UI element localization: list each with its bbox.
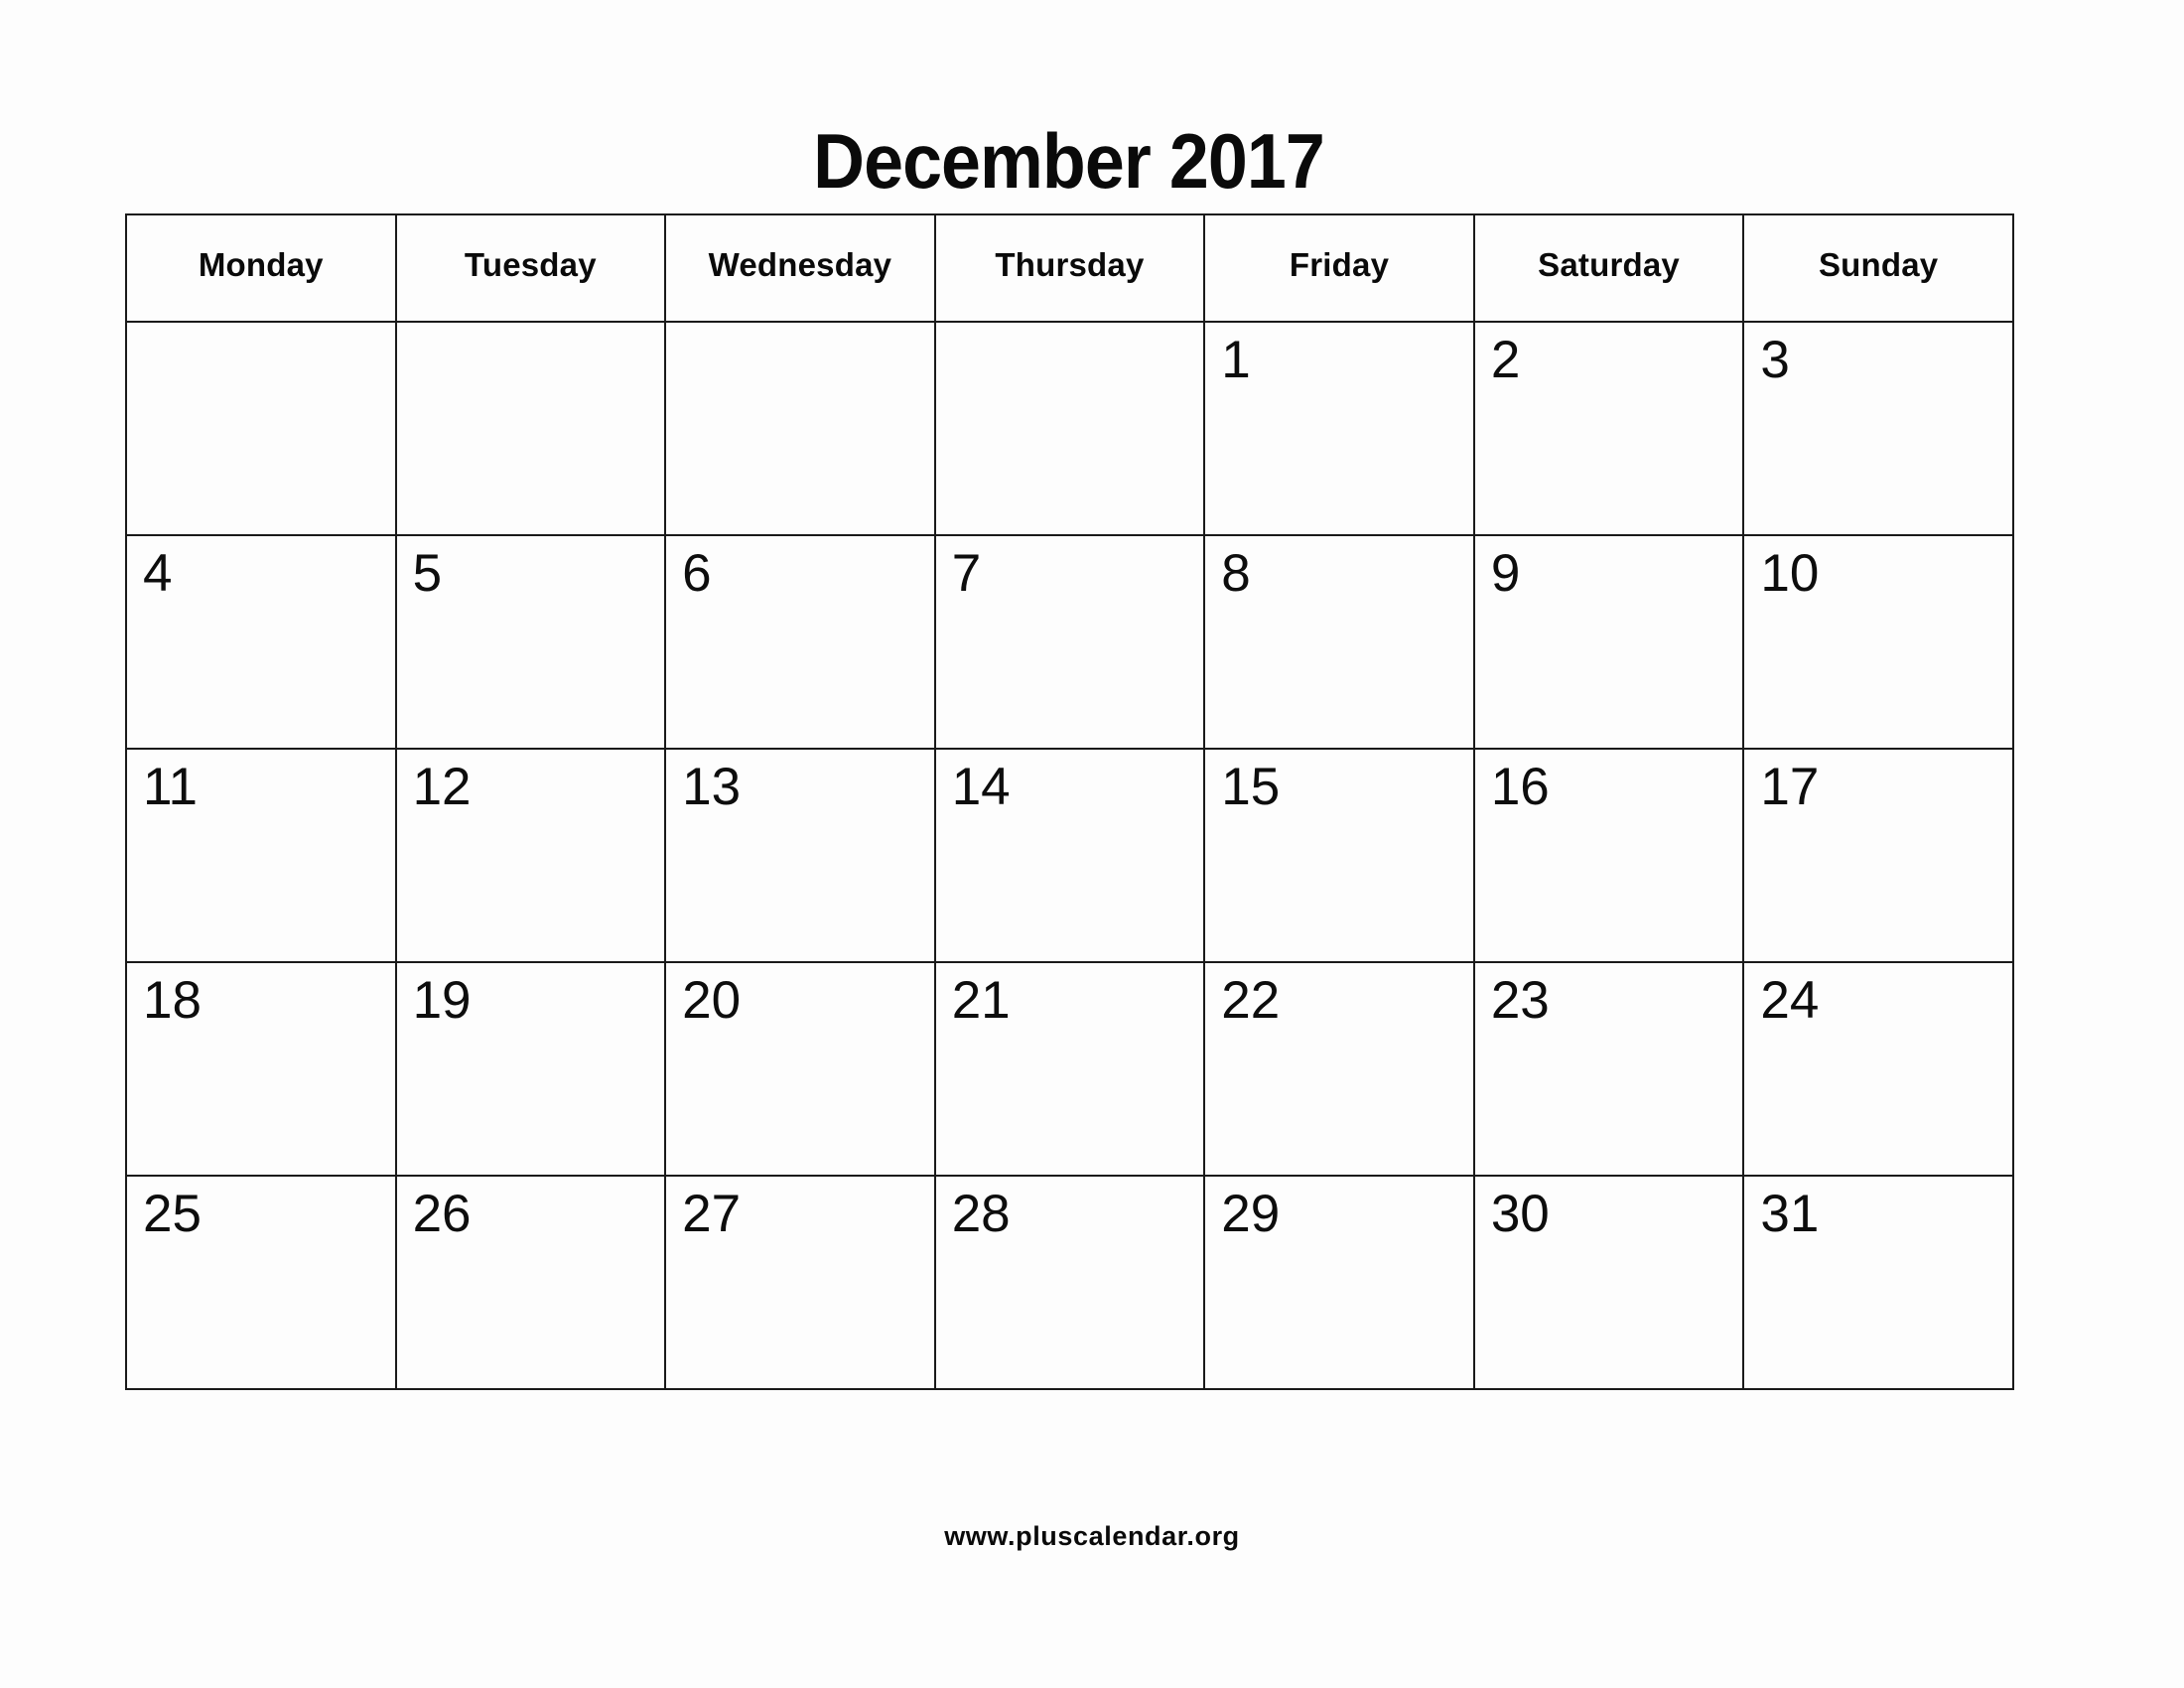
day-number: 28 <box>951 1185 1011 1243</box>
day-cell[interactable]: 13 <box>664 748 936 963</box>
day-cell[interactable]: 6 <box>664 534 936 750</box>
day-cell[interactable] <box>394 321 667 536</box>
day-cell[interactable]: 5 <box>394 534 667 750</box>
day-number: 16 <box>1490 758 1550 816</box>
weekday-header-friday: Friday <box>1203 213 1475 323</box>
day-cell[interactable]: 22 <box>1203 961 1475 1177</box>
day-cell[interactable] <box>664 321 936 536</box>
day-number: 31 <box>1760 1185 1820 1243</box>
page-title: December 2017 <box>813 117 1325 205</box>
day-cell[interactable]: 18 <box>125 961 397 1177</box>
day-cell[interactable]: 14 <box>933 748 1206 963</box>
day-number: 19 <box>412 971 472 1030</box>
day-cell[interactable]: 4 <box>125 534 397 750</box>
day-cell[interactable]: 30 <box>1472 1175 1745 1390</box>
day-number: 30 <box>1490 1185 1550 1243</box>
day-cell[interactable]: 26 <box>394 1175 667 1390</box>
day-cell[interactable]: 19 <box>394 961 667 1177</box>
weekday-header-saturday: Saturday <box>1472 213 1745 323</box>
day-number: 7 <box>951 544 982 603</box>
calendar-week-row: 1 2 3 <box>125 321 2014 536</box>
day-number: 12 <box>412 758 472 816</box>
day-number: 25 <box>143 1185 202 1243</box>
day-number <box>397 323 665 388</box>
day-cell[interactable]: 3 <box>1742 321 2014 536</box>
calendar-grid: Monday Tuesday Wednesday Thursday Friday… <box>125 213 2014 1390</box>
day-cell[interactable]: 27 <box>664 1175 936 1390</box>
day-cell[interactable]: 1 <box>1203 321 1475 536</box>
day-cell[interactable]: 25 <box>125 1175 397 1390</box>
day-number: 24 <box>1760 971 1820 1030</box>
day-cell[interactable] <box>933 321 1206 536</box>
day-number: 11 <box>143 758 199 816</box>
day-cell[interactable]: 12 <box>394 748 667 963</box>
day-number: 9 <box>1490 544 1521 603</box>
weekday-header-tuesday: Tuesday <box>394 213 667 323</box>
day-cell[interactable]: 10 <box>1742 534 2014 750</box>
footer-website: www.pluscalendar.org <box>944 1521 1240 1551</box>
day-cell[interactable]: 16 <box>1472 748 1745 963</box>
day-number: 17 <box>1760 758 1820 816</box>
day-cell[interactable]: 7 <box>933 534 1206 750</box>
day-cell[interactable]: 20 <box>664 961 936 1177</box>
day-cell[interactable]: 28 <box>933 1175 1206 1390</box>
day-number: 23 <box>1490 971 1550 1030</box>
calendar-week-row: 4 5 6 7 8 9 10 <box>125 534 2014 750</box>
weekday-header-thursday: Thursday <box>933 213 1206 323</box>
day-number: 18 <box>143 971 202 1030</box>
day-number: 3 <box>1760 331 1790 389</box>
day-cell[interactable]: 2 <box>1472 321 1745 536</box>
day-cell[interactable]: 8 <box>1203 534 1475 750</box>
day-number <box>936 323 1204 388</box>
day-number: 8 <box>1221 544 1251 603</box>
day-number: 6 <box>682 544 712 603</box>
day-cell[interactable]: 11 <box>125 748 397 963</box>
calendar-week-row: 18 19 20 21 22 23 24 <box>125 961 2014 1177</box>
day-number: 29 <box>1221 1185 1281 1243</box>
calendar-week-row: 25 26 27 28 29 30 31 <box>125 1175 2014 1390</box>
day-number: 1 <box>1221 331 1251 389</box>
day-number: 15 <box>1221 758 1281 816</box>
day-cell[interactable]: 23 <box>1472 961 1745 1177</box>
day-number: 5 <box>412 544 443 603</box>
day-number: 26 <box>412 1185 472 1243</box>
weekday-header-wednesday: Wednesday <box>664 213 936 323</box>
calendar-week-row: 11 12 13 14 15 16 17 <box>125 748 2014 963</box>
day-cell[interactable] <box>125 321 397 536</box>
weekday-header-sunday: Sunday <box>1742 213 2014 323</box>
day-number <box>127 323 395 388</box>
day-number: 14 <box>951 758 1011 816</box>
day-number: 22 <box>1221 971 1281 1030</box>
calendar-page: December 2017 Monday Tuesday Wednesday T… <box>0 0 2184 1688</box>
day-number: 4 <box>143 544 173 603</box>
weekday-header-monday: Monday <box>125 213 397 323</box>
day-cell[interactable]: 29 <box>1203 1175 1475 1390</box>
day-number: 2 <box>1490 331 1521 389</box>
day-number: 21 <box>951 971 1011 1030</box>
day-number: 13 <box>682 758 742 816</box>
day-cell[interactable]: 9 <box>1472 534 1745 750</box>
day-cell[interactable]: 17 <box>1742 748 2014 963</box>
day-number: 20 <box>682 971 742 1030</box>
weekday-header-row: Monday Tuesday Wednesday Thursday Friday… <box>125 213 2014 323</box>
day-number <box>666 323 934 388</box>
day-cell[interactable]: 31 <box>1742 1175 2014 1390</box>
day-cell[interactable]: 21 <box>933 961 1206 1177</box>
day-number: 10 <box>1760 544 1820 603</box>
day-cell[interactable]: 24 <box>1742 961 2014 1177</box>
day-number: 27 <box>682 1185 742 1243</box>
day-cell[interactable]: 15 <box>1203 748 1475 963</box>
